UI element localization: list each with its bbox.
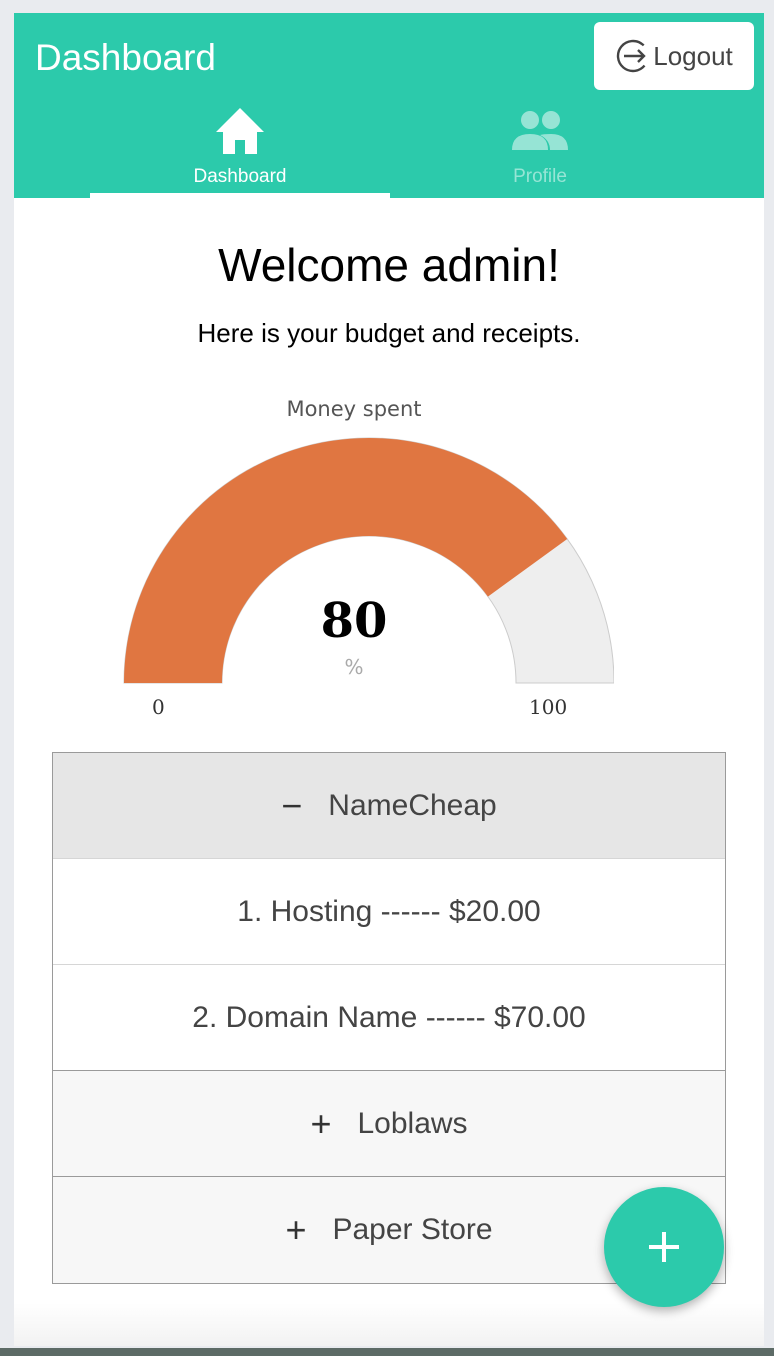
welcome-heading: Welcome admin! — [218, 239, 560, 291]
receipt-item-text: 1. Hosting ------ $20.00 — [237, 894, 541, 928]
tab-profile-label: Profile — [513, 166, 567, 187]
users-icon — [512, 111, 568, 150]
gauge-unit: % — [344, 655, 364, 679]
logout-button[interactable]: Logout — [594, 22, 754, 90]
logout-label: Logout — [653, 40, 733, 71]
app-frame: Dashboard Logout Dashboard Profile Welco… — [14, 13, 764, 1346]
bottom-fade — [14, 1303, 764, 1346]
tab-dashboard[interactable]: Dashboard — [90, 103, 390, 198]
window-bottom-edge — [0, 1348, 774, 1356]
accordion-header-label: Loblaws — [357, 1106, 468, 1140]
active-tab-indicator — [90, 193, 390, 198]
gauge-min-label: 0 — [152, 695, 165, 719]
receipt-item: 1. Hosting ------ $20.00 — [53, 859, 725, 965]
add-receipt-button[interactable] — [604, 1187, 724, 1307]
accordion-header-label: NameCheap — [328, 788, 497, 822]
accordion-header-namecheap[interactable]: − NameCheap — [53, 753, 725, 859]
tab-dashboard-label: Dashboard — [193, 166, 287, 187]
app-title: Dashboard — [35, 37, 217, 78]
welcome-subtitle: Here is your budget and receipts. — [197, 318, 581, 348]
accordion-header-loblaws[interactable]: + Loblaws — [53, 1071, 725, 1177]
receipt-item-text: 2. Domain Name ------ $70.00 — [192, 1000, 586, 1034]
accordion-header-label: Paper Store — [332, 1213, 493, 1246]
receipt-item: 2. Domain Name ------ $70.00 — [53, 965, 725, 1071]
app-header: Dashboard Logout Dashboard Profile — [14, 13, 764, 198]
money-spent-gauge: Money spent 80 % 0 100 — [94, 383, 614, 723]
minus-icon: − — [281, 784, 303, 826]
home-icon — [216, 108, 264, 154]
gauge-value: 80 — [320, 593, 388, 649]
plus-icon — [649, 1232, 679, 1262]
plus-icon: + — [310, 1102, 332, 1144]
logout-icon — [617, 39, 650, 73]
tab-profile[interactable]: Profile — [390, 103, 690, 198]
gauge-max-label: 100 — [529, 695, 568, 719]
plus-icon: + — [285, 1209, 307, 1250]
